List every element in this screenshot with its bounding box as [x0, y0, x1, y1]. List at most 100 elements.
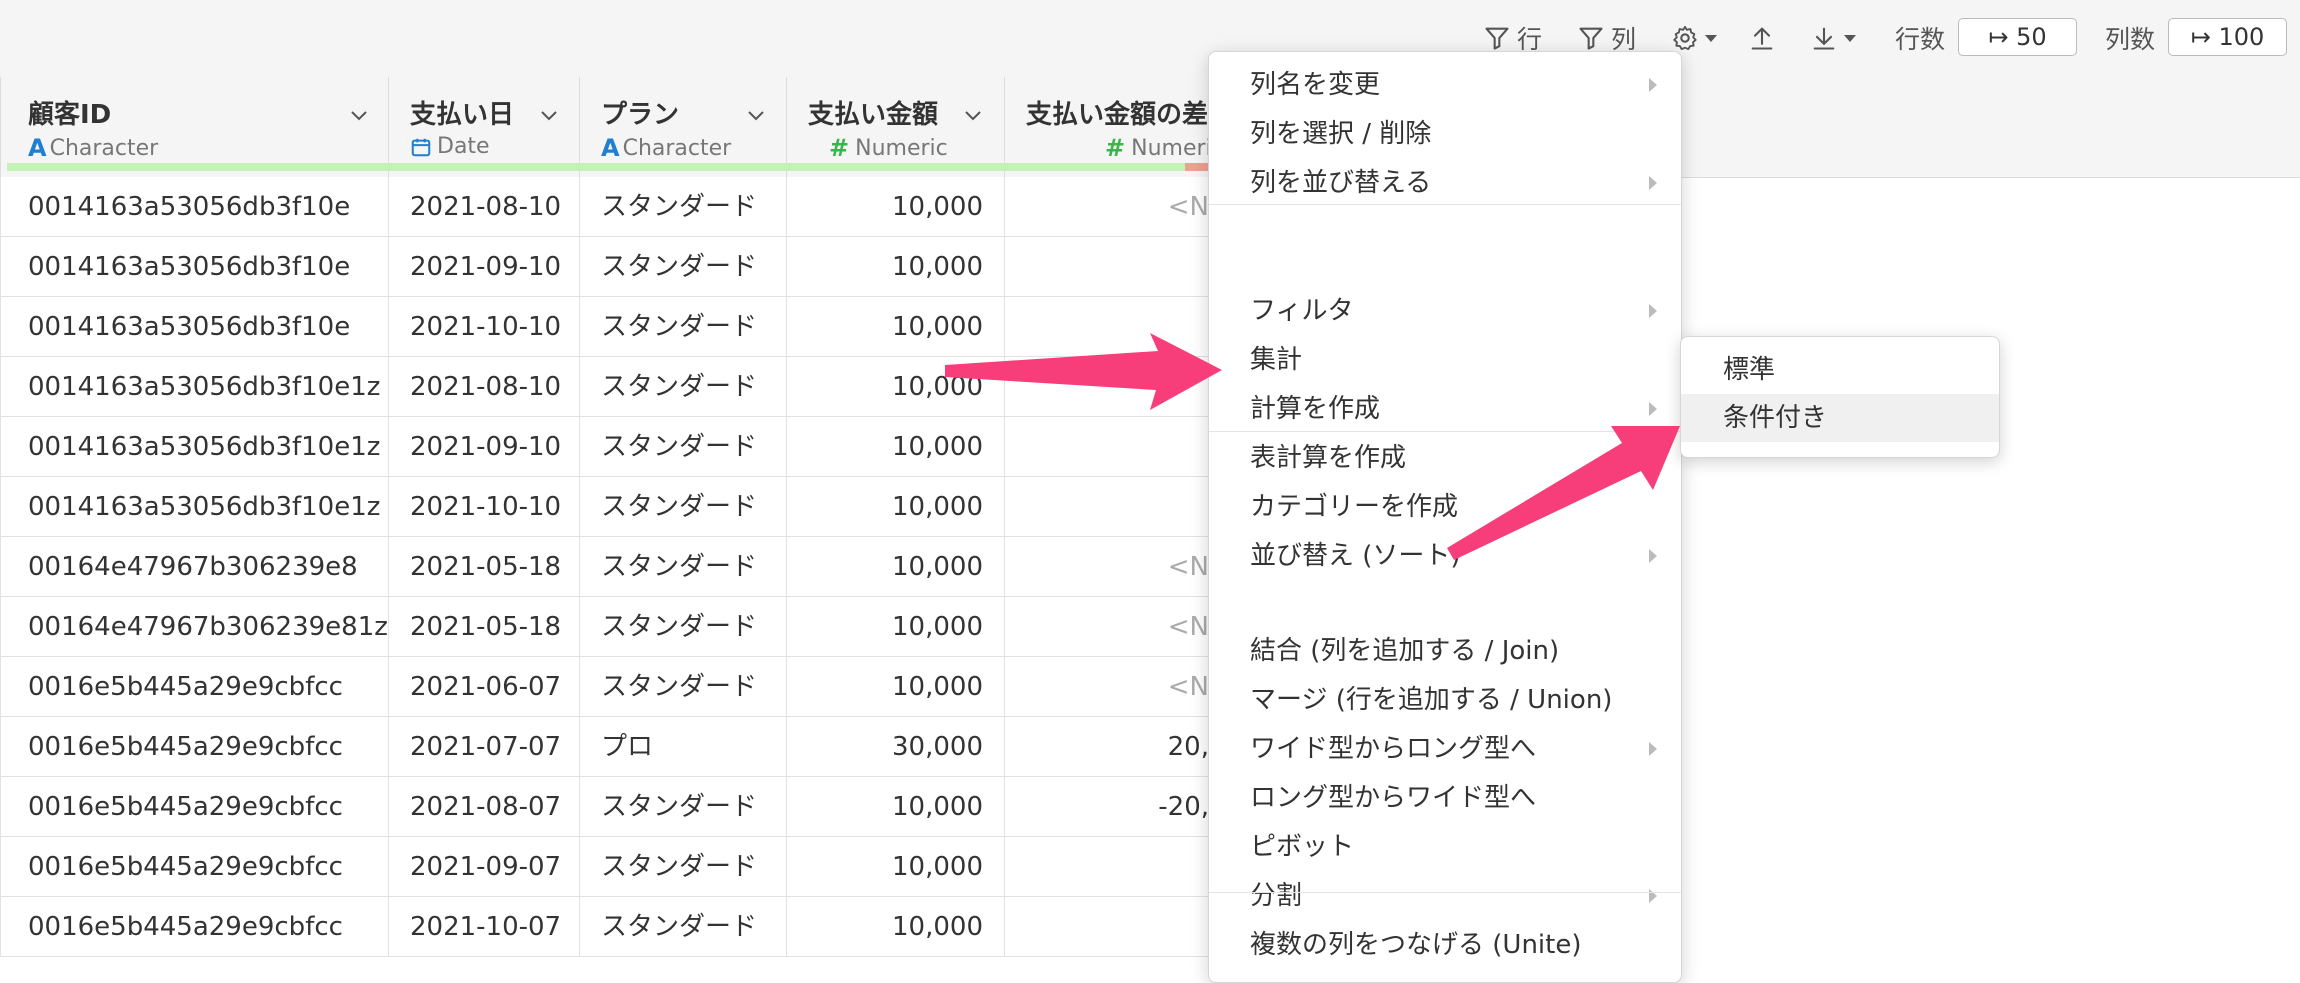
column-type: A Character [28, 134, 159, 162]
menu-item-label: 集計 [1250, 345, 1303, 375]
column-header-plan[interactable]: プラン A Character [580, 77, 787, 177]
cell-payment-amount: 10,000 [787, 417, 1005, 477]
menu-item-label: 計算を作成 [1250, 394, 1381, 424]
cell-plan: スタンダード [580, 177, 787, 237]
cell-payment-amount: 10,000 [787, 657, 1005, 717]
cell-plan: スタンダード [580, 657, 787, 717]
cell-payment-date: 2021-08-10 [389, 357, 580, 417]
row-count-label: 行数 [1895, 25, 1946, 54]
submenu-item-standard[interactable]: 標準 [1681, 346, 1999, 394]
menu-item-filter[interactable]: フィルタ [1209, 287, 1681, 335]
cell-plan: スタンダード [580, 417, 787, 477]
cell-payment-diff: <N [1167, 672, 1209, 702]
cell-customer-id: 0016e5b445a29e9cbfcc [0, 717, 389, 777]
menu-item-select-delete-columns[interactable]: 列を選択 / 削除 [1209, 110, 1681, 158]
cell-customer-id: 0016e5b445a29e9cbfcc [0, 657, 389, 717]
numeric-type-icon: # [829, 134, 850, 162]
menu-item-wide-to-long[interactable]: ワイド型からロング型へ [1209, 725, 1681, 773]
menu-item-label: 列を選択 / 削除 [1250, 119, 1432, 149]
chevron-down-icon[interactable] [961, 103, 985, 127]
menu-item-rename-column[interactable]: 列名を変更 [1209, 61, 1681, 109]
column-header-customer-id[interactable]: 顧客ID A Character [0, 77, 389, 177]
cell-plan: スタンダード [580, 777, 787, 837]
cell-payment-amount: 10,000 [787, 777, 1005, 837]
menu-item-join[interactable]: 結合 (列を追加する / Join) [1209, 627, 1681, 675]
cell-payment-amount: 10,000 [787, 897, 1005, 957]
cell-payment-date: 2021-09-07 [389, 837, 580, 897]
menu-item-long-to-wide[interactable]: ロング型からワイド型へ [1209, 774, 1681, 822]
cell-plan: スタンダード [580, 297, 787, 357]
character-type-icon: A [601, 134, 620, 162]
cell-customer-id: 0014163a53056db3f10e [0, 297, 389, 357]
cell-customer-id: 0014163a53056db3f10e [0, 237, 389, 297]
cell-payment-diff [1005, 417, 1209, 477]
menu-item-label: ロング型からワイド型へ [1250, 783, 1537, 813]
cell-plan: スタンダード [580, 477, 787, 537]
table-row: 0016e5b445a29e9cbfcc 2021-10-07 スタンダード 10,0… [0, 897, 1209, 957]
menu-item-label: フィルタ [1250, 296, 1354, 326]
submenu-arrow-icon [1649, 742, 1657, 756]
numeric-type-icon: # [1105, 134, 1126, 162]
cell-payment-date: 2021-05-18 [389, 597, 580, 657]
table-row: 0016e5b445a29e9cbfcc 2021-08-07 スタンダード 10,0… [0, 777, 1209, 837]
chevron-down-icon[interactable] [347, 103, 371, 127]
table-row: 0014163a53056db3f10e1z 2021-09-10 スタンダード 10… [0, 417, 1209, 477]
upload-icon [1751, 27, 1773, 50]
cell-customer-id: 0014163a53056db3f10e1z [0, 417, 389, 477]
data-quality-bar-missing [1185, 163, 1209, 171]
chevron-down-icon[interactable] [744, 103, 768, 127]
menu-item-pivot[interactable]: ピボット [1209, 823, 1681, 871]
row-count-input[interactable]: ↦ 50 [1958, 18, 2077, 56]
menu-item-label: カテゴリーを作成 [1250, 492, 1459, 522]
upload-button[interactable] [1748, 18, 1776, 58]
submenu-arrow-icon [1649, 889, 1657, 903]
submenu-arrow-icon [1649, 451, 1657, 465]
column-count-input[interactable]: ↦ 100 [2168, 18, 2287, 56]
chevron-down-icon[interactable] [537, 103, 561, 127]
data-quality-bar [7, 163, 1190, 171]
toolbar: 行 列 行数 ↦ 50 列数 ↦ 100 [0, 0, 2300, 77]
menu-item-label: 結合 (列を追加する / Join) [1250, 636, 1560, 666]
menu-item-split[interactable]: 分割 [1209, 872, 1681, 920]
cell-payment-date: 2021-08-07 [389, 777, 580, 837]
cell-plan: スタンダード [580, 357, 787, 417]
cell-payment-diff [1005, 357, 1209, 417]
column-header-payment-amount[interactable]: 支払い金額 # Numeric [787, 77, 1005, 177]
menu-item-create-window-calculation[interactable]: 表計算を作成 [1209, 434, 1681, 482]
cell-payment-diff: <N [1167, 612, 1209, 642]
cell-payment-amount: 10,000 [787, 237, 1005, 297]
menu-item-create-calculation[interactable]: 計算を作成 [1209, 385, 1681, 433]
cell-customer-id: 0014163a53056db3f10e1z [0, 357, 389, 417]
menu-item-create-category[interactable]: カテゴリーを作成 [1209, 483, 1681, 531]
cell-payment-date: 2021-09-10 [389, 237, 580, 297]
column-header-payment-diff[interactable]: 支払い金額の差 # Numeri [1005, 77, 1209, 177]
column-header-payment-date[interactable]: 支払い日 Date [389, 77, 580, 177]
menu-item-label: 列を並び替える [1250, 168, 1432, 198]
cell-payment-amount: 30,000 [787, 717, 1005, 777]
data-table: 顧客ID A Character 支払い日 Date プラン A Character… [0, 77, 2300, 970]
submenu-item-conditional[interactable]: 条件付き [1681, 394, 1999, 442]
cell-payment-date: 2021-09-10 [389, 417, 580, 477]
cell-customer-id: 0016e5b445a29e9cbfcc [0, 897, 389, 957]
cell-plan: スタンダード [580, 837, 787, 897]
menu-item-label: マージ (行を追加する / Union) [1250, 685, 1613, 715]
menu-item-summarize[interactable]: 集計 [1209, 336, 1681, 384]
cell-payment-diff [1005, 237, 1209, 297]
menu-item-reorder-columns[interactable]: 列を並び替える [1209, 159, 1681, 207]
cell-customer-id: 0014163a53056db3f10e1z [0, 477, 389, 537]
menu-item-sort[interactable]: 並び替え (ソート) [1209, 532, 1681, 580]
cell-customer-id: 00164e47967b306239e8 [0, 537, 389, 597]
menu-separator [1209, 431, 1681, 432]
menu-item-unite-columns[interactable]: 複数の列をつなげる (Unite) [1209, 921, 1681, 969]
cell-payment-date: 2021-10-10 [389, 477, 580, 537]
cell-payment-date: 2021-06-07 [389, 657, 580, 717]
menu-item-label: 列名を変更 [1250, 70, 1381, 100]
filter-icon [1579, 27, 1603, 50]
cell-payment-amount: 10,000 [787, 537, 1005, 597]
menu-item-merge-union[interactable]: マージ (行を追加する / Union) [1209, 676, 1681, 724]
caret-down-icon [1844, 35, 1856, 42]
cell-payment-diff [1005, 477, 1209, 537]
column-name: 支払い金額 [808, 100, 939, 130]
download-button[interactable] [1810, 18, 1858, 58]
cell-customer-id: 0016e5b445a29e9cbfcc [0, 837, 389, 897]
